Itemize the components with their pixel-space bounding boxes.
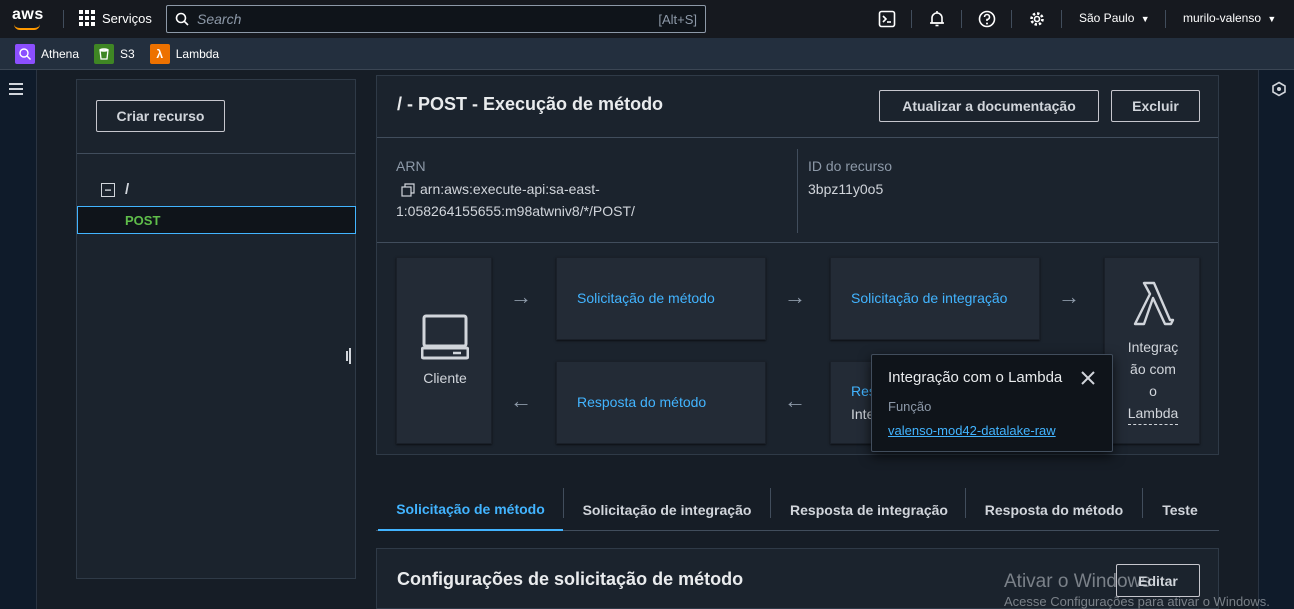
divider xyxy=(377,137,1218,138)
favorite-lambda[interactable]: λ Lambda xyxy=(149,43,219,64)
divider xyxy=(911,10,912,28)
copy-icon[interactable] xyxy=(401,183,415,202)
integration-request-box[interactable]: Solicitação de integração xyxy=(830,257,1040,340)
method-response-box[interactable]: Resposta do método xyxy=(556,361,766,444)
tree-item-root[interactable]: − / xyxy=(101,181,129,198)
method-request-link[interactable]: Solicitação de método xyxy=(577,290,715,306)
client-box[interactable]: Cliente xyxy=(396,257,492,444)
computer-icon xyxy=(420,314,470,365)
section-title: Configurações de solicitação de método xyxy=(397,569,744,589)
tab-method-response[interactable]: Resposta do método xyxy=(972,488,1136,531)
top-navigation-bar: aws Serviços [Alt+S] São Paulo ▼ murilo-… xyxy=(0,0,1294,38)
arrow-left-icon: ← xyxy=(510,388,532,413)
page-title: / - POST - Execução de método xyxy=(397,94,664,114)
tab-integration-request[interactable]: Solicitação de integração xyxy=(572,488,762,531)
update-documentation-button[interactable]: Atualizar a documentação xyxy=(879,90,1099,122)
delete-button[interactable]: Excluir xyxy=(1111,90,1200,122)
tab-integration-response[interactable]: Resposta de integração xyxy=(776,488,962,531)
favorites-bar: Athena S3 λ Lambda xyxy=(0,38,1294,70)
cloudshell-icon[interactable] xyxy=(877,9,897,29)
divider xyxy=(1011,10,1012,28)
athena-icon xyxy=(15,43,35,64)
aws-logo[interactable]: aws xyxy=(12,6,48,32)
popover-title: Integração com o Lambda xyxy=(888,369,1063,386)
lambda-integration-box[interactable]: Integraç ão com o Lambda xyxy=(1104,257,1200,444)
lambda-label: Integraç ão com o Lambda xyxy=(1105,336,1201,425)
tab-method-request[interactable]: Solicitação de método xyxy=(378,488,563,531)
function-label: Função xyxy=(888,399,932,414)
aws-smile-icon xyxy=(14,24,40,30)
services-menu-button[interactable]: Serviços xyxy=(79,10,152,26)
method-response-link[interactable]: Resposta do método xyxy=(577,394,706,410)
info-panel-icon[interactable] xyxy=(1271,81,1287,102)
search-shortcut: [Alt+S] xyxy=(658,11,697,27)
function-link[interactable]: valenso-mod42-datalake-raw xyxy=(888,423,1056,438)
divider xyxy=(797,149,798,233)
panel-resize-handle[interactable] xyxy=(346,348,352,364)
divider xyxy=(961,10,962,28)
divider xyxy=(63,10,64,28)
method-tabs: Solicitação de método Solicitação de int… xyxy=(376,488,1219,531)
tree-item-post[interactable]: POST xyxy=(77,206,356,234)
favorite-s3[interactable]: S3 xyxy=(94,43,135,64)
close-icon[interactable] xyxy=(1080,370,1096,391)
divider xyxy=(770,488,771,518)
divider xyxy=(1061,10,1062,28)
arrow-right-icon: → xyxy=(784,284,806,309)
resource-id-label: ID do recurso xyxy=(808,158,893,174)
divider xyxy=(1165,10,1166,28)
resource-id-value: 3bpz11y0o5 xyxy=(808,181,884,197)
right-tools-strip xyxy=(1258,70,1294,609)
divider xyxy=(1142,488,1143,518)
resources-panel: Criar recurso − / POST xyxy=(76,79,356,579)
lambda-icon xyxy=(1131,280,1175,331)
create-resource-button[interactable]: Criar recurso xyxy=(96,100,225,132)
help-icon[interactable] xyxy=(977,9,997,29)
left-nav-strip xyxy=(0,70,37,609)
tab-test[interactable]: Teste xyxy=(1152,488,1208,531)
divider xyxy=(563,488,564,518)
integration-request-link[interactable]: Solicitação de integração xyxy=(851,290,1007,306)
lambda-icon: λ xyxy=(149,43,170,64)
divider xyxy=(77,153,355,154)
arrow-right-icon: → xyxy=(510,284,532,309)
arn-value-line1: arn:aws:execute-api:sa-east- xyxy=(420,181,600,197)
arrow-left-icon: ← xyxy=(784,388,806,413)
lambda-integration-popover: Integração com o Lambda Função valenso-m… xyxy=(871,354,1113,452)
arn-value-line2: 1:058264155655:m98atwniv8/*/POST/ xyxy=(396,203,635,219)
divider xyxy=(377,242,1218,243)
gear-icon[interactable] xyxy=(1027,9,1047,29)
collapse-icon[interactable]: − xyxy=(101,182,115,197)
caret-down-icon: ▼ xyxy=(1267,14,1277,24)
search-input[interactable] xyxy=(197,11,659,27)
search-bar[interactable]: [Alt+S] xyxy=(166,5,706,33)
hamburger-menu-icon[interactable] xyxy=(9,83,23,95)
arn-label: ARN xyxy=(396,158,426,174)
grid-icon xyxy=(79,10,95,26)
windows-activation-watermark: Ativar o Windows Acesse Configurações pa… xyxy=(1004,571,1270,609)
caret-down-icon: ▼ xyxy=(1140,14,1150,24)
account-menu[interactable]: murilo-valenso ▼ xyxy=(1183,11,1276,25)
s3-icon xyxy=(94,43,115,64)
favorite-athena[interactable]: Athena xyxy=(15,43,79,64)
search-icon xyxy=(175,12,189,26)
bell-icon[interactable] xyxy=(927,9,947,29)
divider xyxy=(965,488,966,518)
arrow-right-icon: → xyxy=(1058,284,1080,309)
region-selector[interactable]: São Paulo ▼ xyxy=(1079,11,1150,25)
method-request-box[interactable]: Solicitação de método xyxy=(556,257,766,340)
